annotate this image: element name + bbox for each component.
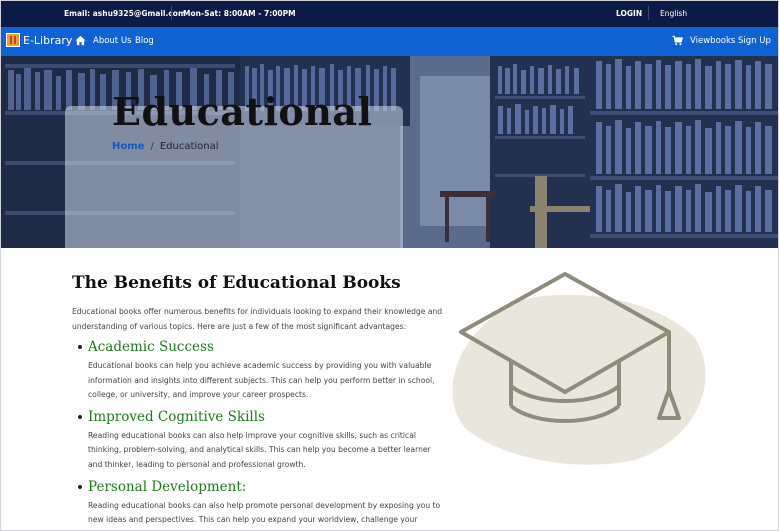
benefit-description: Educational books can help you achieve a… bbox=[88, 361, 435, 400]
breadcrumb-separator: / bbox=[150, 141, 154, 152]
top-info-bar: Email: ashu9325@Gmail.com Mon-Sat: 8:00A… bbox=[0, 0, 779, 27]
home-icon[interactable] bbox=[75, 35, 86, 46]
list-item: Academic Success Educational books can h… bbox=[72, 337, 442, 403]
nav-blog[interactable]: Blog bbox=[135, 36, 154, 46]
section-heading: The Benefits of Educational Books bbox=[72, 273, 401, 293]
brand-name: E-Library bbox=[23, 33, 73, 47]
contact-email: Email: ashu9325@Gmail.com bbox=[64, 9, 186, 18]
nav-viewbooks[interactable]: Viewbooks bbox=[690, 36, 735, 46]
library-logo-icon bbox=[6, 33, 20, 47]
nav-about-us[interactable]: About Us bbox=[93, 36, 131, 46]
main-navbar: E-Library About Us Blog Viewbooks Sign U… bbox=[0, 27, 779, 56]
login-link[interactable]: LOGIN bbox=[616, 9, 642, 18]
breadcrumb-current: Educational bbox=[159, 141, 219, 152]
benefit-description: Reading educational books can also help … bbox=[88, 500, 441, 531]
benefit-description: Reading educational books can also help … bbox=[88, 430, 431, 469]
benefit-title: Improved Cognitive Skills bbox=[88, 408, 265, 425]
opening-hours: Mon-Sat: 8:00AM - 7:00PM bbox=[183, 9, 296, 18]
graduation-cap-icon bbox=[452, 272, 706, 465]
breadcrumb: Home / Educational bbox=[112, 141, 219, 152]
list-item: Personal Development: Reading educationa… bbox=[72, 477, 442, 531]
breadcrumb-home-link[interactable]: Home bbox=[112, 141, 144, 152]
list-item: Improved Cognitive Skills Reading educat… bbox=[72, 407, 442, 473]
topbar-divider bbox=[171, 6, 172, 20]
language-selector[interactable]: English bbox=[660, 9, 687, 18]
cart-icon[interactable] bbox=[672, 35, 683, 46]
page-title: Educational bbox=[112, 89, 373, 134]
benefit-title: Personal Development: bbox=[88, 478, 247, 495]
nav-sign-up[interactable]: Sign Up bbox=[738, 36, 771, 46]
bullet-icon bbox=[78, 414, 82, 419]
hero-banner bbox=[0, 56, 779, 248]
brand-link[interactable]: E-Library bbox=[6, 33, 72, 47]
intro-paragraph: Educational books offer numerous benefit… bbox=[72, 307, 443, 331]
bullet-icon bbox=[78, 345, 82, 349]
benefit-title: Academic Success bbox=[88, 339, 214, 355]
topbar-divider bbox=[648, 6, 649, 20]
bullet-icon bbox=[78, 484, 82, 489]
benefits-list: Academic Success Educational books can h… bbox=[72, 337, 442, 531]
